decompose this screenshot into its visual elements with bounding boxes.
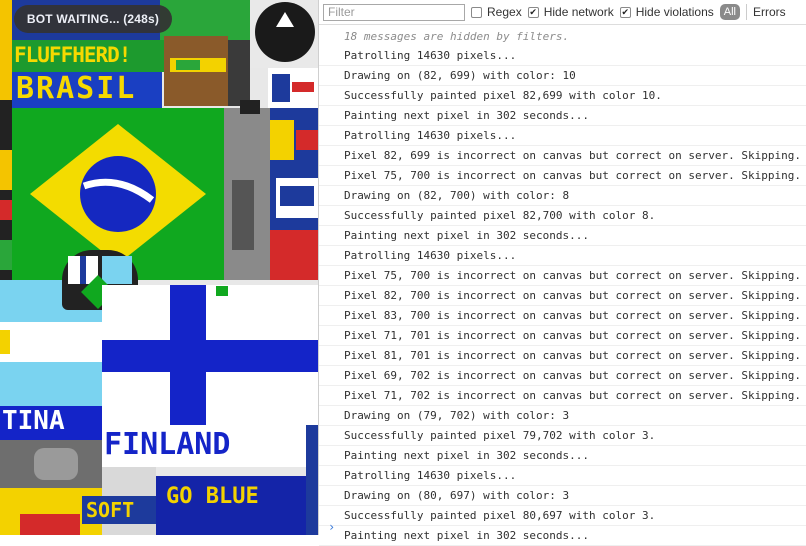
- console-message: Successfully painted pixel 82,700 with c…: [319, 206, 806, 226]
- regex-checkbox[interactable]: [471, 6, 482, 18]
- tina-text: TINA: [2, 406, 65, 436]
- console-message: Patrolling 14630 pixels...: [319, 246, 806, 266]
- console-toolbar: Regex ✔ Hide network ✔ Hide violations A…: [319, 0, 806, 25]
- console-message: Successfully painted pixel 82,699 with c…: [319, 86, 806, 106]
- hide-network-checkbox[interactable]: ✔: [527, 6, 539, 18]
- hide-violations-label: Hide violations: [635, 5, 714, 19]
- console-message: Pixel 81, 701 is incorrect on canvas but…: [319, 346, 806, 366]
- console-message: Pixel 75, 700 is incorrect on canvas but…: [319, 166, 806, 186]
- console-message: Successfully painted pixel 80,697 with c…: [319, 506, 806, 526]
- console-message: Pixel 83, 700 is incorrect on canvas but…: [319, 306, 806, 326]
- console-message: Successfully painted pixel 79,702 with c…: [319, 426, 806, 446]
- pixel-canvas[interactable]: FLUFFHERD! BRASIL TINA FINLAND SOFT GO B…: [0, 0, 318, 535]
- console-log: 18 messages are hidden by filters. Patro…: [319, 27, 806, 546]
- regex-toggle[interactable]: Regex: [471, 5, 522, 19]
- console-message: Drawing on (80, 697) with color: 3: [319, 486, 806, 506]
- hide-violations-toggle[interactable]: ✔ Hide violations: [619, 5, 714, 19]
- regex-label: Regex: [487, 5, 522, 19]
- console-message: Drawing on (82, 699) with color: 10: [319, 66, 806, 86]
- console-message: Pixel 75, 700 is incorrect on canvas but…: [319, 266, 806, 286]
- console-message: Pixel 82, 700 is incorrect on canvas but…: [319, 286, 806, 306]
- go-blue-text: GO BLUE: [166, 484, 259, 509]
- hide-violations-checkbox[interactable]: ✔: [619, 6, 631, 18]
- filter-input[interactable]: [323, 3, 465, 21]
- console-message: Painting next pixel in 302 seconds...: [319, 106, 806, 126]
- console-message: Pixel 82, 699 is incorrect on canvas but…: [319, 146, 806, 166]
- fluffherd-text: FLUFFHERD!: [14, 43, 131, 67]
- hide-network-toggle[interactable]: ✔ Hide network: [527, 5, 614, 19]
- console-message: Patrolling 14630 pixels...: [319, 126, 806, 146]
- console-message: Painting next pixel in 302 seconds...: [319, 446, 806, 466]
- eye-logo-icon: [255, 2, 315, 62]
- console-message: Patrolling 14630 pixels...: [319, 46, 806, 66]
- soft-text: SOFT: [86, 498, 135, 522]
- devtools-console: Regex ✔ Hide network ✔ Hide violations A…: [318, 0, 806, 546]
- console-message: Pixel 71, 701 is incorrect on canvas but…: [319, 326, 806, 346]
- toolbar-divider: [746, 4, 747, 20]
- brasil-text: BRASIL: [16, 71, 137, 106]
- finland-text: FINLAND: [104, 427, 231, 462]
- hide-network-label: Hide network: [543, 5, 614, 19]
- console-message: Pixel 69, 702 is incorrect on canvas but…: [319, 366, 806, 386]
- console-message: Patrolling 14630 pixels...: [319, 466, 806, 486]
- console-message: Drawing on (79, 702) with color: 3: [319, 406, 806, 426]
- console-message: Pixel 71, 702 is incorrect on canvas but…: [319, 386, 806, 406]
- console-prompt-input[interactable]: ›: [328, 520, 335, 534]
- hidden-messages-note: 18 messages are hidden by filters.: [344, 30, 570, 43]
- console-message: Drawing on (82, 700) with color: 8: [319, 186, 806, 206]
- bot-status-pill: BOT WAITING... (248s): [14, 5, 172, 33]
- all-levels-button[interactable]: All: [719, 4, 740, 20]
- errors-filter[interactable]: Errors: [753, 5, 786, 19]
- console-message: Painting next pixel in 302 seconds...: [319, 526, 806, 546]
- console-message: Painting next pixel in 302 seconds...: [319, 226, 806, 246]
